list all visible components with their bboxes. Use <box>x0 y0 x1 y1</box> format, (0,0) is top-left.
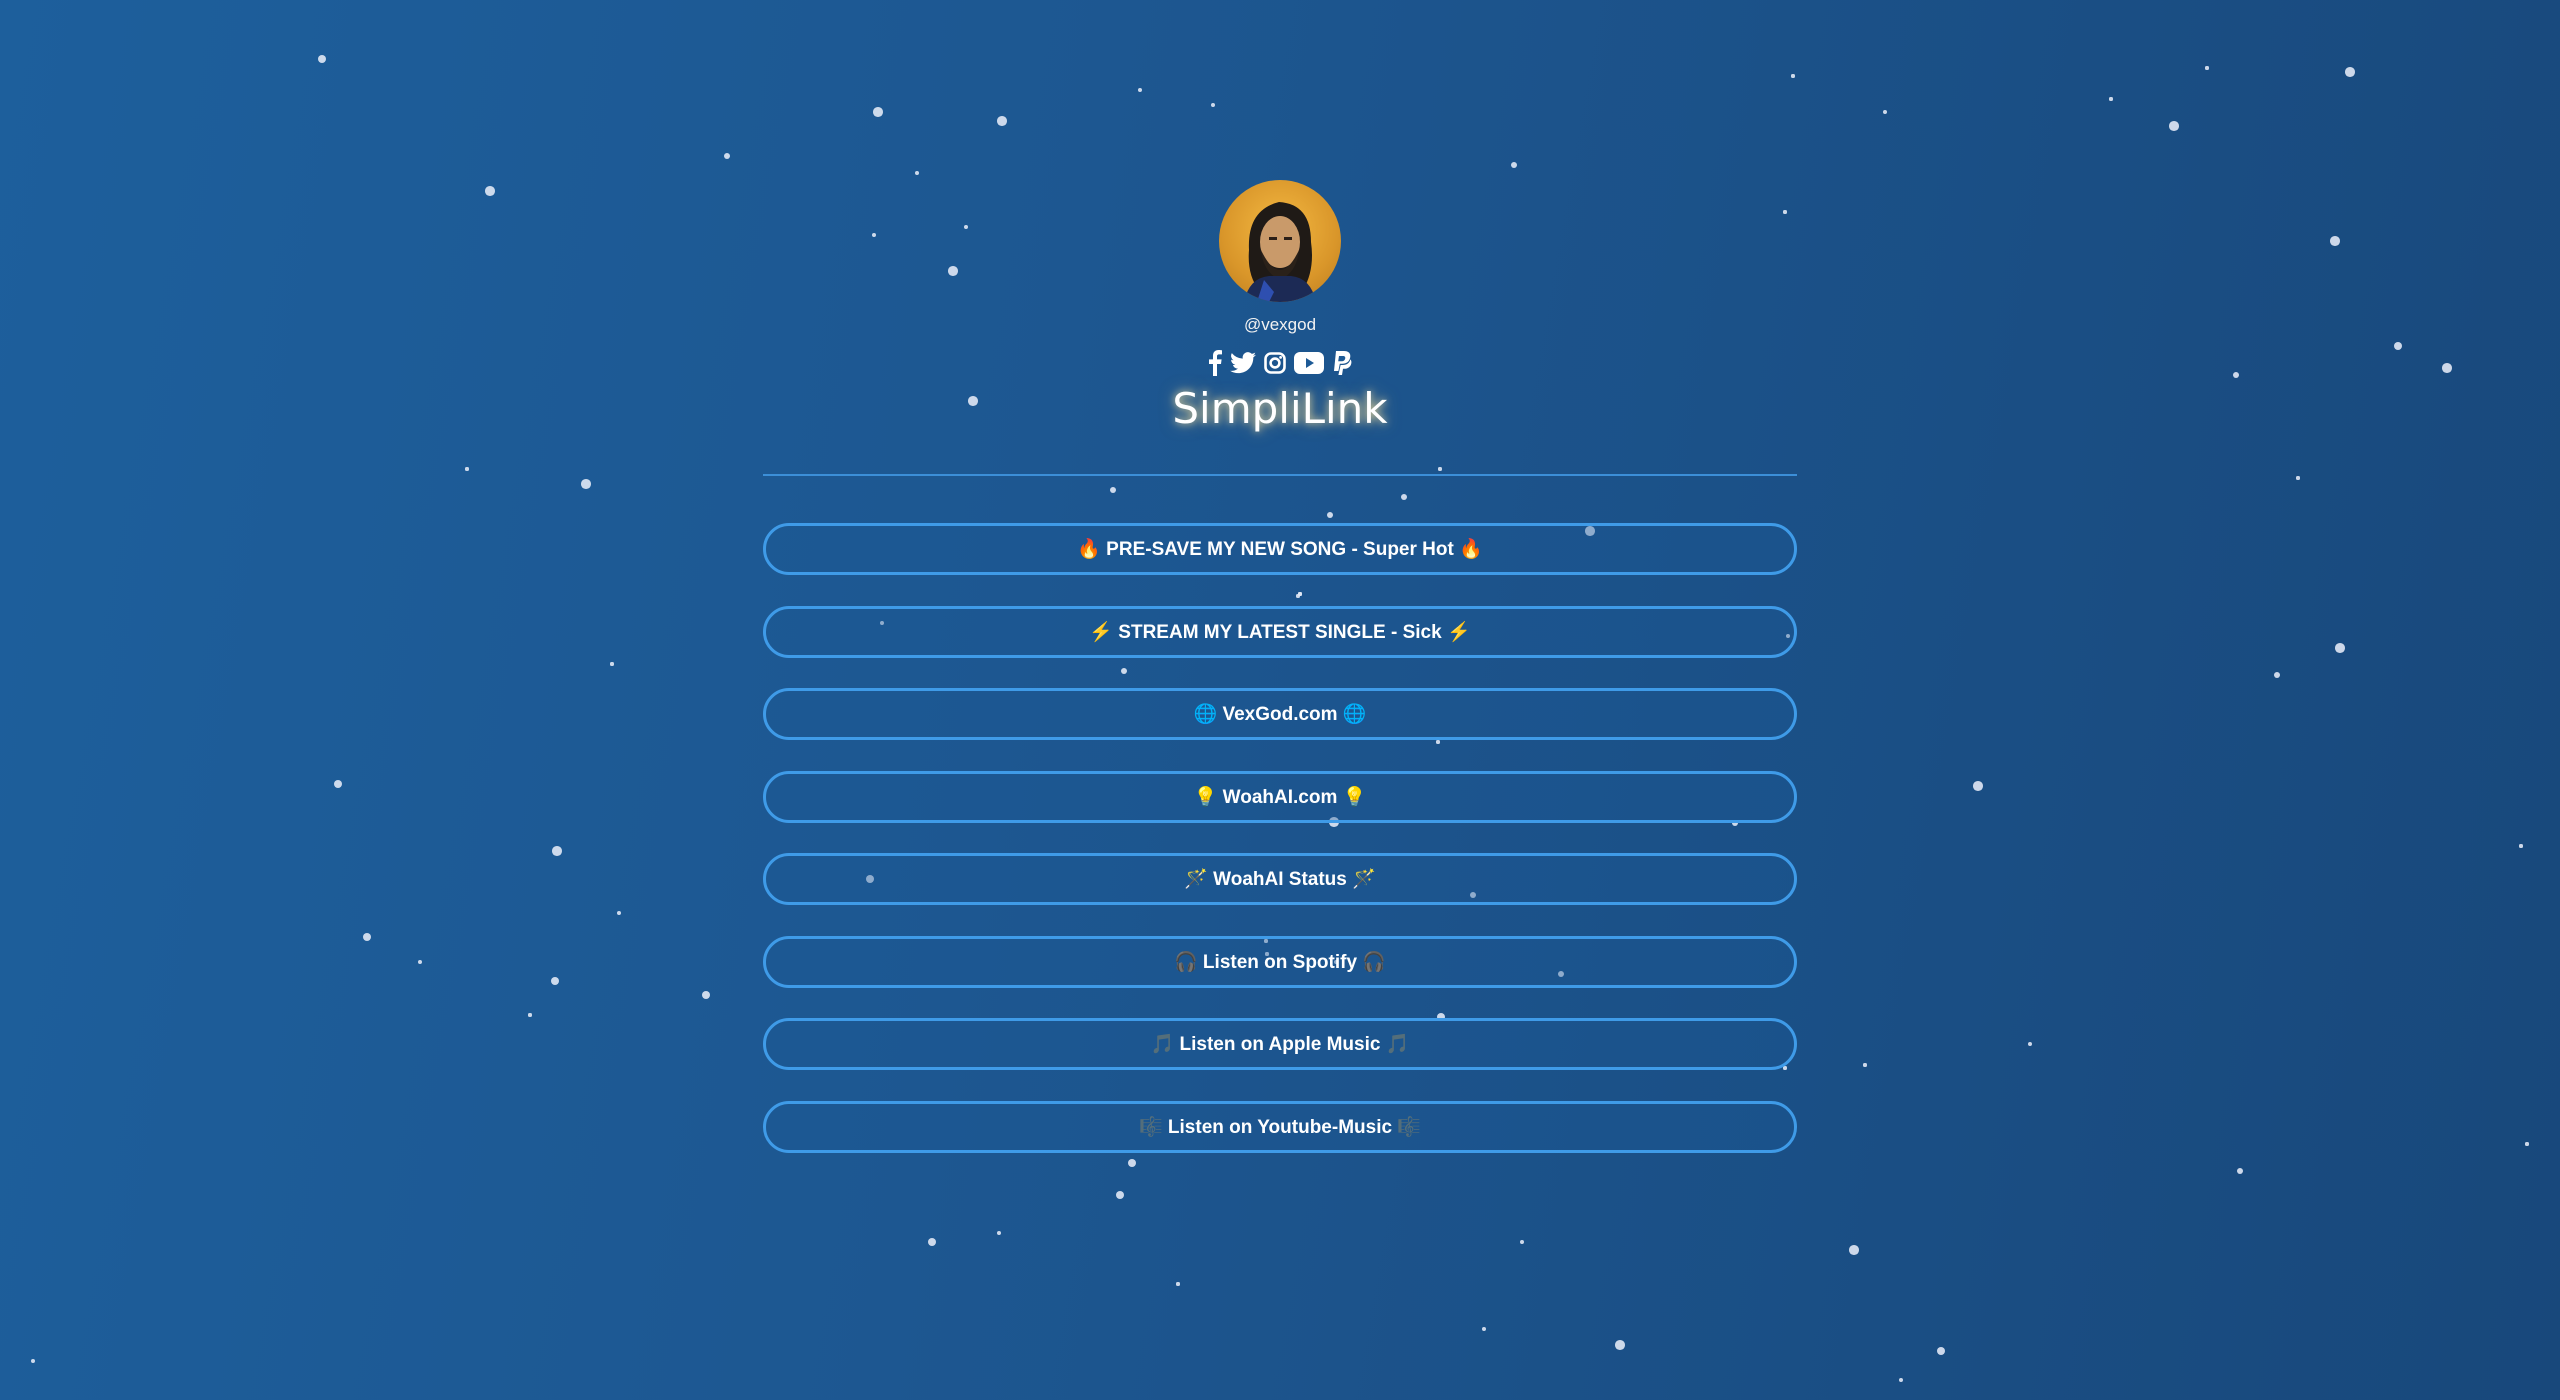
snowflake <box>1937 1347 1945 1355</box>
snowflake <box>417 959 423 965</box>
snowflake <box>2335 643 2345 653</box>
snowflake <box>2027 1041 2033 1047</box>
snowflake <box>1326 511 1334 519</box>
snowflake <box>1109 486 1117 494</box>
snowflake <box>2169 121 2179 131</box>
snowflake <box>1116 1191 1124 1199</box>
snowflake <box>465 467 469 471</box>
snowflake <box>2345 67 2355 77</box>
youtube-icon[interactable] <box>1294 349 1324 377</box>
snowflake <box>1519 1239 1525 1245</box>
facebook-icon[interactable] <box>1208 349 1222 377</box>
snowflake <box>1400 493 1408 501</box>
snowflake <box>1210 102 1216 108</box>
snowflake <box>997 116 1007 126</box>
snowflake <box>610 662 614 666</box>
snowflake <box>363 933 371 941</box>
spotify-link[interactable]: 🎧 Listen on Spotify 🎧 <box>763 935 1797 988</box>
snowflake <box>552 846 562 856</box>
paypal-icon[interactable] <box>1332 349 1352 377</box>
profile-header: @vexgod SimpliLink <box>0 180 2560 435</box>
stream-single-link[interactable]: ⚡ STREAM MY LATEST SINGLE - Sick ⚡ <box>763 605 1797 658</box>
snowflake <box>334 780 342 788</box>
link-list: 🔥 PRE-SAVE MY NEW SONG - Super Hot 🔥 ⚡ S… <box>763 523 1797 1183</box>
twitter-icon[interactable] <box>1230 349 1256 377</box>
snowflake <box>2236 1167 2244 1175</box>
youtube-music-link[interactable]: 🎼 Listen on Youtube-Music 🎼 <box>763 1100 1797 1153</box>
snowflake <box>581 479 591 489</box>
apple-music-link[interactable]: 🎵 Listen on Apple Music 🎵 <box>763 1018 1797 1070</box>
snowflake <box>2109 97 2113 101</box>
snowflake <box>528 1013 532 1017</box>
snowflake <box>1849 1245 1859 1255</box>
snowflake <box>914 170 920 176</box>
snowflake <box>1882 109 1888 115</box>
snowflake <box>1137 87 1143 93</box>
snowflake <box>1438 467 1442 471</box>
social-links <box>1208 349 1352 377</box>
snowflake <box>2525 1142 2529 1146</box>
vexgod-site-link[interactable]: 🌐 VexGod.com 🌐 <box>763 688 1797 740</box>
snowflake <box>1510 161 1518 169</box>
snowflake <box>1791 74 1795 78</box>
snowflake <box>551 977 559 985</box>
snowflake <box>616 910 622 916</box>
woahai-site-link[interactable]: 💡 WoahAI.com 💡 <box>763 770 1797 823</box>
snowflake <box>2296 476 2300 480</box>
snowflake <box>318 55 326 63</box>
snowflake <box>1898 1377 1904 1383</box>
brand-title: SimpliLink <box>1172 384 1388 433</box>
snowflake <box>1481 1326 1487 1332</box>
snowflake <box>30 1358 36 1364</box>
snowflake <box>996 1230 1002 1236</box>
snowflake <box>702 991 710 999</box>
snowflake <box>2205 66 2209 70</box>
snowflake <box>1615 1340 1625 1350</box>
snowflake <box>1176 1282 1180 1286</box>
snowflake <box>2519 844 2523 848</box>
divider <box>763 474 1797 476</box>
presave-song-link[interactable]: 🔥 PRE-SAVE MY NEW SONG - Super Hot 🔥 <box>763 523 1797 575</box>
snowflake <box>2273 671 2281 679</box>
snowflake <box>1973 781 1983 791</box>
snowflake <box>723 152 731 160</box>
profile-handle: @vexgod <box>1243 315 1317 334</box>
snowflake <box>928 1238 936 1246</box>
avatar <box>1219 180 1341 302</box>
snowflake <box>1863 1063 1867 1067</box>
woahai-status-link[interactable]: 🪄 WoahAI Status 🪄 <box>763 853 1797 905</box>
instagram-icon[interactable] <box>1264 349 1286 377</box>
snowflake <box>873 107 883 117</box>
